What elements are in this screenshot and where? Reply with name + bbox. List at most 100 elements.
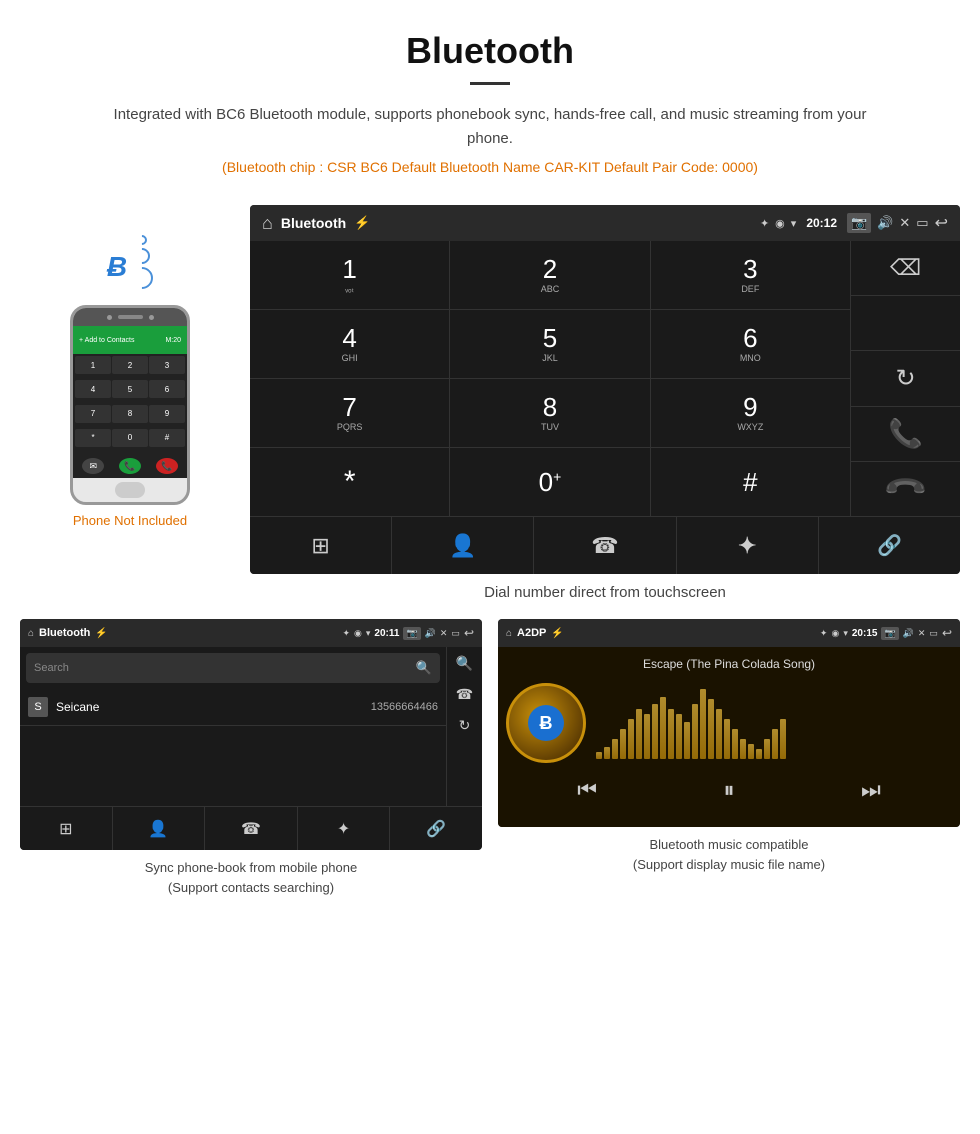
- bottom-section: ⌂ Bluetooth ⚡ ✦ ◉ ▾ 20:11 📷 🔊 ✕ ▭ ↩: [0, 619, 980, 927]
- phone-key-hash: #: [149, 429, 185, 447]
- phonebook-main-area: Search 🔍 S Seicane 13566664466 🔍 ☎ ↻: [20, 647, 482, 806]
- dial-key-6[interactable]: 6 MNO: [651, 310, 850, 378]
- nav-bluetooth-btn[interactable]: ✦: [677, 517, 819, 574]
- phone-number-label: M:20: [165, 337, 181, 344]
- music-title-status: A2DP: [517, 627, 546, 639]
- phonebook-sig-icon: ▾: [366, 628, 371, 639]
- music-home-icon[interactable]: ⌂: [506, 628, 512, 639]
- signal-icon: ▾: [791, 217, 797, 230]
- pb-nav-contacts[interactable]: 👤: [113, 807, 206, 850]
- nav-link-btn[interactable]: 🔗: [819, 517, 960, 574]
- dial-key-0[interactable]: 0+: [450, 448, 650, 516]
- pb-nav-grid[interactable]: ⊞: [20, 807, 113, 850]
- phonebook-camera-icon[interactable]: 📷: [403, 627, 420, 640]
- phone-key-4: 4: [75, 380, 111, 398]
- phonebook-call-side-icon[interactable]: ☎: [456, 686, 473, 703]
- phone-top-bar: [73, 308, 187, 326]
- music-camera-icon[interactable]: 📷: [881, 627, 898, 640]
- viz-bar: [700, 689, 706, 759]
- dial-key-hash[interactable]: #: [651, 448, 850, 516]
- music-close-icon[interactable]: ✕: [918, 628, 926, 639]
- phonebook-back-icon[interactable]: ↩: [464, 626, 474, 640]
- phonebook-status-left: ⌂ Bluetooth ⚡: [28, 627, 108, 639]
- music-bg: Escape (The Pina Colada Song) Ƀ ⏮ ⏸ ⏭: [498, 647, 960, 827]
- music-vol-icon[interactable]: 🔊: [903, 628, 914, 639]
- dial-key-7[interactable]: 7 PQRS: [250, 379, 450, 447]
- home-icon[interactable]: ⌂: [262, 213, 273, 234]
- phone-key-0: 0: [112, 429, 148, 447]
- page-header: Bluetooth Integrated with BC6 Bluetooth …: [0, 0, 980, 205]
- phonebook-search-side-icon[interactable]: 🔍: [456, 655, 473, 672]
- page-description: Integrated with BC6 Bluetooth module, su…: [110, 103, 870, 151]
- phone-key-8: 8: [112, 405, 148, 423]
- nav-phone-btn[interactable]: ☎: [534, 517, 676, 574]
- dial-key-star[interactable]: *: [250, 448, 450, 516]
- viz-bar: [676, 714, 682, 759]
- car-ui-container: ⌂ Bluetooth ⚡ ✦ ◉ ▾ 20:12 📷 🔊 ✕ ▭ ↩: [250, 205, 960, 574]
- contact-row-seicane[interactable]: S Seicane 13566664466: [20, 689, 446, 726]
- bluetooth-status-icon: ✦: [760, 217, 769, 230]
- contacts-icon: 👤: [449, 533, 476, 559]
- redial-cell[interactable]: ↻: [851, 351, 960, 406]
- next-btn[interactable]: ⏭: [861, 777, 881, 803]
- play-pause-btn[interactable]: ⏸: [723, 777, 734, 803]
- music-back-icon[interactable]: ↩: [942, 626, 952, 640]
- music-win-icon[interactable]: ▭: [929, 628, 938, 639]
- contact-name-seicane: Seicane: [56, 700, 371, 714]
- dial-key-1[interactable]: 1 ᵥₒₜ: [250, 241, 450, 309]
- phone-key-9: 9: [149, 405, 185, 423]
- volume-icon[interactable]: 🔊: [877, 215, 893, 231]
- signal-arc-small: [135, 233, 149, 247]
- viz-bar: [780, 719, 786, 759]
- search-icon[interactable]: 🔍: [416, 660, 432, 676]
- dial-key-3[interactable]: 3 DEF: [651, 241, 850, 309]
- page-title: Bluetooth: [20, 30, 960, 72]
- phone-message-btn: ✉: [82, 458, 104, 474]
- phonebook-close-icon[interactable]: ✕: [440, 628, 448, 639]
- nav-grid-btn[interactable]: ⊞: [250, 517, 392, 574]
- phone-key-2: 2: [112, 356, 148, 374]
- camera-icon[interactable]: 📷: [847, 213, 871, 233]
- time-display: 20:12: [806, 216, 837, 230]
- phone-camera-dot: [107, 315, 112, 320]
- pb-nav-link[interactable]: 🔗: [390, 807, 482, 850]
- phonebook-bottom-nav: ⊞ 👤 ☎ ✦ 🔗: [20, 806, 482, 850]
- back-icon[interactable]: ↩: [935, 213, 948, 233]
- dial-key-4[interactable]: 4 GHI: [250, 310, 450, 378]
- phone-not-included-label: Phone Not Included: [73, 513, 187, 528]
- dialpad-row-1: 1 ᵥₒₜ 2 ABC 3 DEF: [250, 241, 850, 310]
- viz-bar: [636, 709, 642, 759]
- backspace-cell[interactable]: ⌫: [851, 241, 960, 296]
- viz-bar: [772, 729, 778, 759]
- phonebook-win-icon[interactable]: ▭: [451, 628, 460, 639]
- phonebook-search-bar[interactable]: Search 🔍: [26, 653, 440, 683]
- phonebook-refresh-side-icon[interactable]: ↻: [459, 717, 471, 734]
- phonebook-usb-icon: ⚡: [95, 628, 107, 639]
- dial-key-5[interactable]: 5 JKL: [450, 310, 650, 378]
- call-green-cell[interactable]: 📞: [851, 407, 960, 462]
- call-red-cell[interactable]: 📞: [851, 462, 960, 516]
- search-placeholder-text: Search: [34, 662, 69, 674]
- phonebook-time: 20:11: [374, 628, 399, 639]
- nav-contacts-btn[interactable]: 👤: [392, 517, 534, 574]
- phonebook-screen: ⌂ Bluetooth ⚡ ✦ ◉ ▾ 20:11 📷 🔊 ✕ ▭ ↩: [20, 619, 482, 850]
- phonebook-vol-icon[interactable]: 🔊: [425, 628, 436, 639]
- phonebook-bt-icon: ✦: [342, 628, 350, 639]
- phonebook-home-icon[interactable]: ⌂: [28, 628, 34, 639]
- viz-bar: [604, 747, 610, 760]
- viz-bar: [716, 709, 722, 759]
- close-icon[interactable]: ✕: [899, 215, 910, 231]
- music-loc-icon: ◉: [831, 628, 839, 639]
- pb-nav-phone[interactable]: ☎: [205, 807, 298, 850]
- pb-nav-bt[interactable]: ✦: [298, 807, 391, 850]
- prev-btn[interactable]: ⏮: [577, 777, 597, 803]
- phone-panel: Ƀ + Add to Contacts M:20 1 2: [20, 205, 240, 528]
- dial-key-8[interactable]: 8 TUV: [450, 379, 650, 447]
- signal-arc-large: [127, 262, 158, 293]
- dial-key-2[interactable]: 2 ABC: [450, 241, 650, 309]
- viz-bar: [660, 697, 666, 760]
- viz-bar: [756, 749, 762, 759]
- phone-end-btn: 📞: [156, 458, 178, 474]
- dial-key-9[interactable]: 9 WXYZ: [651, 379, 850, 447]
- window-icon[interactable]: ▭: [916, 215, 928, 231]
